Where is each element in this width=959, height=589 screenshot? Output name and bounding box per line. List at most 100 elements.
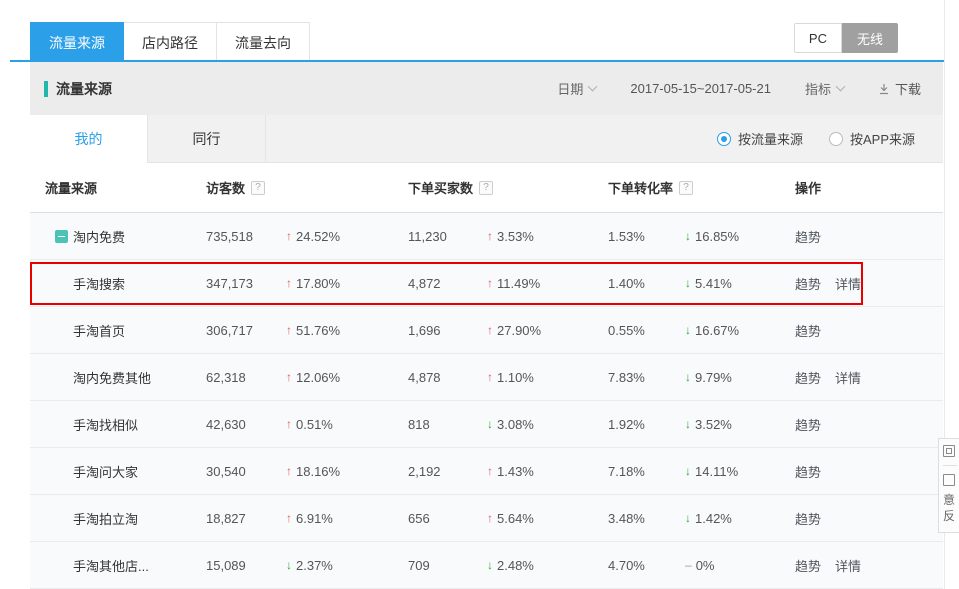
conversion-change: ↓3.52% — [685, 417, 795, 432]
main-card: 流量来源店内路径流量去向 PC无线 流量来源 日期 2017-05-15~201… — [30, 0, 943, 589]
trend-link[interactable]: 趋势 — [795, 274, 821, 293]
table-row[interactable]: 淘内免费其他62,318↑12.06%4,878↑1.10%7.83%↓9.79… — [30, 354, 943, 401]
flat-arrow-icon: – — [685, 558, 692, 572]
download-label: 下载 — [895, 79, 921, 98]
up-arrow-icon: ↑ — [487, 323, 493, 337]
buyers-value: 1,696 — [408, 323, 487, 338]
visitors-change: ↑17.80% — [286, 276, 408, 291]
buyers-change-value: 2.48% — [497, 558, 534, 573]
conversion-value: 1.92% — [608, 417, 685, 432]
table-row[interactable]: 淘内免费735,518↑24.52%11,230↑3.53%1.53%↓16.8… — [30, 213, 943, 260]
top-tab-0[interactable]: 流量来源 — [30, 22, 124, 62]
feedback-form-icon[interactable] — [943, 474, 955, 486]
table-row[interactable]: 手淘拍立淘18,827↑6.91%656↑5.64%3.48%↓1.42%趋势 — [30, 495, 943, 542]
title-accent-bar — [44, 81, 48, 97]
buyers-value: 4,878 — [408, 370, 487, 385]
trend-link[interactable]: 趋势 — [795, 509, 821, 528]
table-row[interactable]: 手淘搜索347,173↑17.80%4,872↑11.49%1.40%↓5.41… — [30, 260, 943, 307]
feedback-vertical-label: 意反 — [943, 492, 959, 524]
source-name: 淘内免费 — [73, 227, 125, 246]
row-name: 淘内免费其他 — [30, 368, 206, 387]
up-arrow-icon: ↑ — [286, 370, 292, 384]
table-row[interactable]: 手淘找相似42,630↑0.51%818↓3.08%1.92%↓3.52%趋势 — [30, 401, 943, 448]
trend-link[interactable]: 趋势 — [795, 556, 821, 575]
page-title: 流量来源 — [56, 79, 112, 99]
visitors-value: 62,318 — [206, 370, 286, 385]
help-icon[interactable]: ? — [679, 181, 693, 195]
buyers-value: 709 — [408, 558, 487, 573]
up-arrow-icon: ↑ — [286, 417, 292, 431]
conversion-value: 7.83% — [608, 370, 685, 385]
table-row[interactable]: 手淘问大家30,540↑18.16%2,192↑1.43%7.18%↓14.11… — [30, 448, 943, 495]
column-header-1: 访客数? — [206, 178, 408, 197]
visitors-change-value: 2.37% — [296, 558, 333, 573]
visitors-value: 42,630 — [206, 417, 286, 432]
feedback-char: 意 — [943, 492, 959, 508]
qr-code-icon[interactable] — [943, 445, 955, 457]
collapse-minus-icon[interactable] — [55, 230, 68, 243]
conversion-value: 7.18% — [608, 464, 685, 479]
conversion-change: ↓1.42% — [685, 511, 795, 526]
device-toggle-pc[interactable]: PC — [794, 23, 842, 53]
detail-link[interactable]: 详情 — [835, 368, 861, 387]
conversion-value: 3.48% — [608, 511, 685, 526]
chevron-down-icon — [588, 82, 598, 92]
visitors-change: ↑51.76% — [286, 323, 408, 338]
metric-dropdown[interactable]: 指标 — [805, 79, 844, 98]
table-row[interactable]: 手淘其他店...15,089↓2.37%709↓2.48%4.70%–0%趋势详… — [30, 542, 943, 589]
device-toggle-wireless[interactable]: 无线 — [842, 23, 898, 53]
buyers-change: ↑1.43% — [487, 464, 608, 479]
trend-link[interactable]: 趋势 — [795, 415, 821, 434]
buyers-change: ↓ 2.48% — [487, 558, 608, 573]
column-label: 访客数 — [206, 178, 245, 197]
header-controls: 日期 2017-05-15~2017-05-21 指标 下载 — [557, 79, 921, 98]
source-name: 手淘其他店... — [73, 556, 149, 575]
up-arrow-icon: ↑ — [487, 229, 493, 243]
table-row[interactable]: 手淘首页306,717↑51.76%1,696↑27.90%0.55%↓16.6… — [30, 307, 943, 354]
feedback-widget[interactable]: 意反 — [938, 438, 959, 533]
trend-link[interactable]: 趋势 — [795, 321, 821, 340]
down-arrow-icon: ↓ — [487, 558, 493, 572]
widget-divider — [943, 465, 957, 466]
table-header-row: 流量来源访客数?下单买家数?下单转化率?操作 — [30, 163, 943, 213]
help-icon[interactable]: ? — [479, 181, 493, 195]
visitors-change: ↑0.51% — [286, 417, 408, 432]
visitors-value: 347,173 — [206, 276, 286, 291]
radio-option-0[interactable]: 按流量来源 — [717, 129, 803, 148]
download-icon — [878, 83, 890, 95]
view-tabs: 我的同行 — [30, 115, 266, 162]
conversion-change-value: 14.11% — [695, 464, 738, 479]
view-tab-0[interactable]: 我的 — [30, 115, 148, 163]
up-arrow-icon: ↑ — [487, 464, 493, 478]
view-tab-1[interactable]: 同行 — [148, 115, 266, 162]
detail-link[interactable]: 详情 — [835, 556, 861, 575]
up-arrow-icon: ↑ — [286, 276, 292, 290]
visitors-value: 30,540 — [206, 464, 286, 479]
detail-link[interactable]: 详情 — [835, 274, 861, 293]
column-header-3: 下单转化率? — [608, 178, 795, 197]
help-icon[interactable]: ? — [251, 181, 265, 195]
trend-link[interactable]: 趋势 — [795, 462, 821, 481]
date-dropdown[interactable]: 日期 — [557, 79, 596, 98]
down-arrow-icon: ↓ — [685, 323, 691, 337]
down-arrow-icon: ↓ — [685, 229, 691, 243]
chevron-down-icon — [836, 82, 846, 92]
column-label: 下单转化率 — [608, 178, 673, 197]
trend-link[interactable]: 趋势 — [795, 368, 821, 387]
trend-link[interactable]: 趋势 — [795, 227, 821, 246]
conversion-change-value: 1.42% — [695, 511, 732, 526]
buyers-value: 2,192 — [408, 464, 487, 479]
conversion-change: ↓5.41% — [685, 276, 795, 291]
radio-option-1[interactable]: 按APP来源 — [829, 129, 915, 148]
up-arrow-icon: ↑ — [286, 464, 292, 478]
top-tab-2[interactable]: 流量去向 — [217, 22, 310, 62]
top-tab-1[interactable]: 店内路径 — [124, 22, 217, 62]
visitors-change: ↑12.06% — [286, 370, 408, 385]
conversion-change-value: 0% — [696, 558, 715, 573]
buyers-value: 4,872 — [408, 276, 487, 291]
date-range[interactable]: 2017-05-15~2017-05-21 — [630, 81, 771, 96]
row-name: 手淘找相似 — [30, 415, 206, 434]
metric-dropdown-label: 指标 — [805, 79, 831, 98]
download-button[interactable]: 下载 — [878, 79, 921, 98]
visitors-value: 735,518 — [206, 229, 286, 244]
